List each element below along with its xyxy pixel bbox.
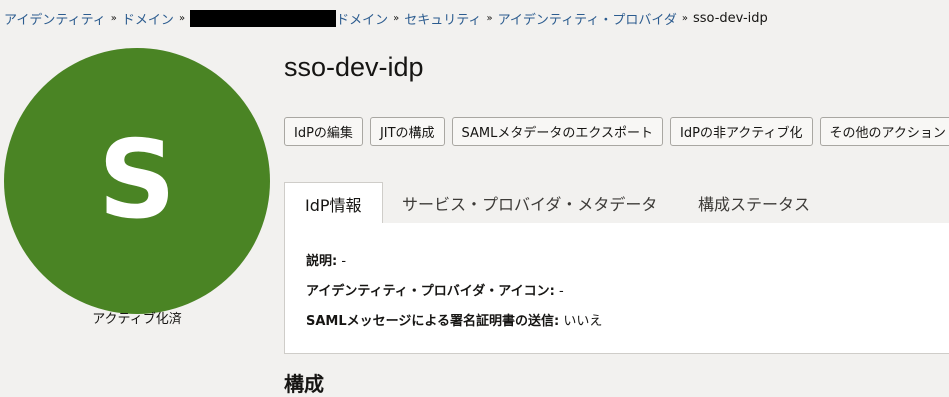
action-toolbar: IdPの編集 JITの構成 SAMLメタデータのエクスポート IdPの非アクティ… (284, 117, 949, 146)
breadcrumb-identity-link[interactable]: アイデンティティ (4, 9, 106, 28)
signing-cert-row: SAMLメッセージによる署名証明書の送信: いいえ (306, 310, 602, 329)
breadcrumb-separator: » (178, 12, 186, 24)
breadcrumb: アイデンティティ » ドメイン » ドメイン » セキュリティ » アイデンティ… (4, 9, 768, 28)
signing-cert-value: いいえ (563, 314, 603, 329)
description-row: 説明: - (306, 250, 346, 269)
idp-icon-value: - (558, 284, 564, 299)
breadcrumb-separator: » (681, 12, 688, 24)
breadcrumb-idp-list-link[interactable]: アイデンティティ・プロバイダ (498, 9, 677, 28)
tab-sp-metadata[interactable]: サービス・プロバイダ・メタデータ (402, 182, 657, 223)
export-saml-metadata-button[interactable]: SAMLメタデータのエクスポート (451, 117, 664, 146)
deactivate-idp-button[interactable]: IdPの非アクティブ化 (670, 117, 813, 146)
tab-config-status[interactable]: 構成ステータス (698, 182, 810, 223)
redacted-domain-name (190, 9, 337, 27)
breadcrumb-security-link[interactable]: セキュリティ (404, 9, 481, 28)
idp-icon-row: アイデンティティ・プロバイダ・アイコン: - (306, 280, 564, 299)
description-value: - (341, 254, 347, 269)
more-actions-button[interactable]: その他のアクション (819, 117, 949, 146)
status-label: アクティブ化済 (92, 312, 182, 327)
tab-bar: IdP情報 サービス・プロバイダ・メタデータ 構成ステータス (284, 182, 949, 224)
avatar-letter: S (98, 118, 176, 243)
breadcrumb-domain-link[interactable]: ドメイン (336, 9, 388, 28)
idp-info-panel: 説明: - アイデンティティ・プロバイダ・アイコン: - SAMLメッセージによ… (284, 223, 949, 354)
page-title: sso-dev-idp (284, 52, 424, 82)
breadcrumb-separator: » (486, 12, 493, 24)
breadcrumb-separator: » (110, 12, 117, 24)
description-label: 説明: (306, 254, 338, 269)
signing-cert-label: SAMLメッセージによる署名証明書の送信: (306, 314, 560, 329)
edit-idp-button[interactable]: IdPの編集 (284, 117, 363, 146)
breadcrumb-current: sso-dev-idp (692, 10, 768, 26)
tab-idp-info[interactable]: IdP情報 (284, 182, 383, 224)
breadcrumb-domains-link[interactable]: ドメイン (122, 9, 174, 28)
section-heading-partial: 構成 (284, 372, 324, 396)
configure-jit-button[interactable]: JITの構成 (369, 117, 445, 146)
idp-avatar: S (4, 48, 270, 314)
idp-icon-label: アイデンティティ・プロバイダ・アイコン: (306, 284, 555, 299)
breadcrumb-separator: » (393, 12, 400, 24)
